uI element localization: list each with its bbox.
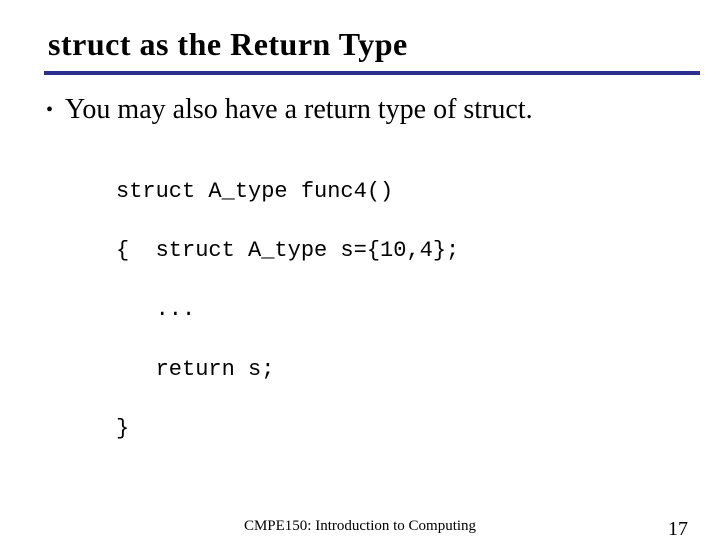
code-line: struct A_type func4() <box>116 177 676 207</box>
code-line: { struct A_type s={10,4}; <box>116 236 676 266</box>
bullet-item: • You may also have a return type of str… <box>44 91 676 129</box>
slide-body: • You may also have a return type of str… <box>0 75 720 503</box>
page-number: 17 <box>668 518 688 541</box>
slide-title: struct as the Return Type <box>0 20 720 69</box>
slide: struct as the Return Type • You may also… <box>0 0 720 540</box>
footer-center-text: CMPE150: Introduction to Computing <box>244 518 476 535</box>
code-line: return s; <box>116 355 676 385</box>
code-block: struct A_type func4() { struct A_type s=… <box>116 147 676 503</box>
bullet-dot-icon: • <box>44 91 53 129</box>
code-line: ... <box>116 295 676 325</box>
bullet-text: You may also have a return type of struc… <box>65 91 676 129</box>
code-line: } <box>116 414 676 444</box>
